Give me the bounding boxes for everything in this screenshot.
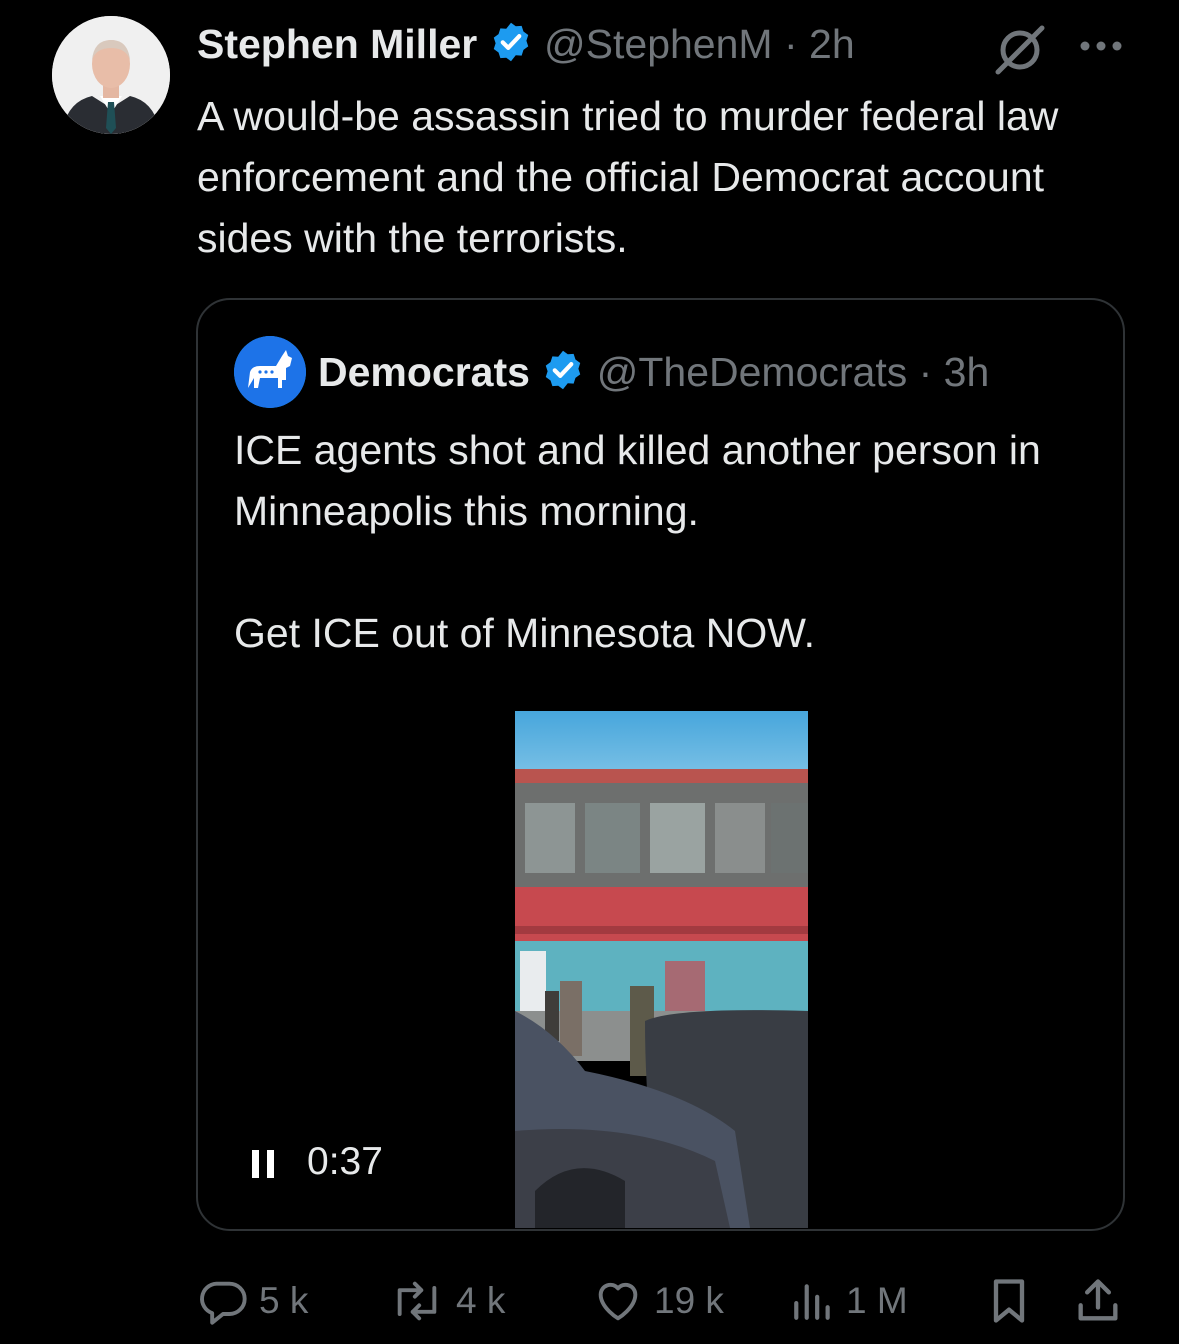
tweet-text: A would-be assassin tried to murder fede… bbox=[197, 93, 1059, 261]
repost-icon bbox=[397, 1281, 437, 1321]
bookmark-icon bbox=[993, 1279, 1025, 1323]
like-button[interactable]: 19 k bbox=[592, 1275, 724, 1327]
views-count: 1 M bbox=[846, 1280, 908, 1321]
bookmark-button[interactable] bbox=[985, 1275, 1043, 1327]
verified-badge-icon bbox=[541, 348, 585, 402]
views-button[interactable]: 1 M bbox=[790, 1275, 908, 1327]
reply-icon bbox=[200, 1281, 247, 1325]
verified-badge-icon bbox=[489, 20, 533, 74]
author-name[interactable]: Stephen Miller bbox=[197, 21, 477, 67]
quote-author-line: Democrats @TheDemocrats · 3h bbox=[318, 348, 989, 402]
reply-count: 5 k bbox=[259, 1280, 309, 1321]
quote-text-line1: ICE agents shot and killed another perso… bbox=[234, 427, 1041, 534]
quote-text-line2: Get ICE out of Minnesota NOW. bbox=[234, 610, 816, 656]
author-avatar[interactable] bbox=[52, 16, 170, 134]
video-player[interactable] bbox=[515, 711, 808, 1228]
share-button[interactable] bbox=[1072, 1275, 1134, 1327]
tweet-time[interactable]: · 2h bbox=[784, 21, 855, 67]
donkey-logo-icon[interactable] bbox=[234, 336, 306, 408]
grok-icon[interactable] bbox=[992, 22, 1048, 83]
author-handle[interactable]: @StephenM bbox=[544, 21, 773, 67]
video-time: 0:37 bbox=[307, 1140, 383, 1183]
quote-author-name[interactable]: Democrats bbox=[318, 349, 530, 395]
more-icon[interactable] bbox=[1077, 28, 1125, 69]
repost-button[interactable]: 4 k bbox=[388, 1275, 505, 1327]
quote-time[interactable]: · 3h bbox=[919, 349, 990, 395]
views-icon bbox=[794, 1284, 830, 1320]
quote-text-spacer bbox=[234, 542, 1094, 603]
quote-author-handle[interactable]: @TheDemocrats bbox=[597, 349, 907, 395]
share-icon bbox=[1078, 1279, 1118, 1321]
reply-button[interactable]: 5 k bbox=[197, 1275, 308, 1327]
pause-icon[interactable] bbox=[250, 1148, 278, 1185]
author-line: Stephen Miller @StephenM · 2h bbox=[197, 20, 855, 74]
like-count: 19 k bbox=[654, 1280, 724, 1321]
repost-count: 4 k bbox=[456, 1280, 506, 1321]
quote-text: ICE agents shot and killed another perso… bbox=[234, 420, 1094, 664]
like-icon bbox=[598, 1282, 638, 1321]
